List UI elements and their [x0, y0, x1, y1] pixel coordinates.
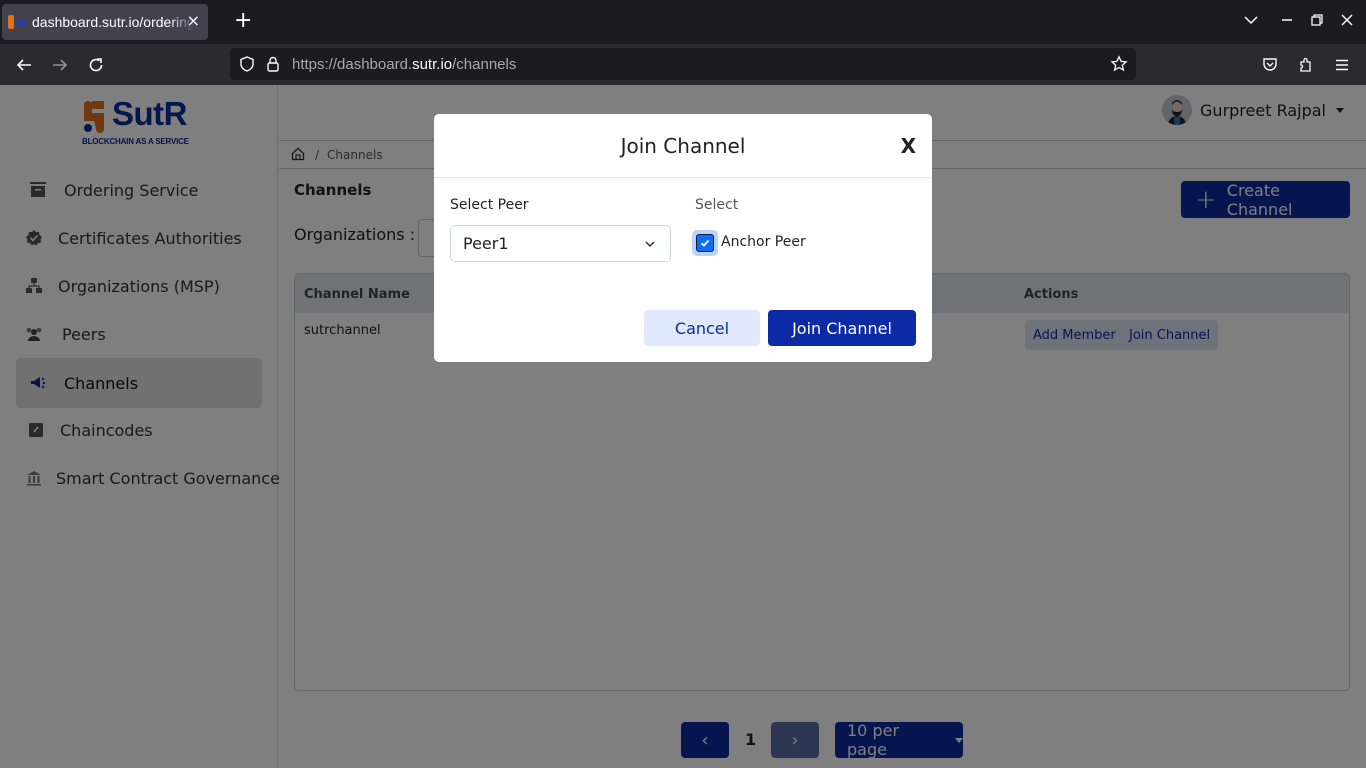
- modal-header: Join Channel X: [434, 114, 932, 178]
- select-peer-value: Peer1: [463, 234, 509, 253]
- select-peer-label: Select Peer: [450, 197, 529, 213]
- bookmark-star-icon[interactable]: [1110, 55, 1128, 73]
- forward-icon[interactable]: [48, 53, 72, 77]
- close-icon[interactable]: X: [901, 136, 916, 156]
- sutr-favicon-icon: [8, 15, 26, 29]
- tab-list-chevron-icon[interactable]: [1243, 12, 1259, 32]
- chevron-down-icon: [645, 241, 655, 248]
- browser-nav-bar: https://dashboard.sutr.io/channels: [0, 44, 1366, 85]
- new-tab-button[interactable]: +: [234, 10, 252, 32]
- anchor-peer-checkbox[interactable]: [692, 230, 718, 256]
- shield-icon[interactable]: [238, 55, 256, 73]
- browser-tab-bar: dashboard.sutr.io/ordering × +: [0, 0, 1366, 44]
- checkmark-icon: [696, 234, 714, 252]
- url-domain: sutr.io: [412, 55, 453, 73]
- close-window-icon[interactable]: [1339, 12, 1355, 32]
- select-label: Select: [695, 197, 739, 213]
- menu-hamburger-icon[interactable]: [1330, 53, 1354, 77]
- url-prefix: https://dashboard.: [292, 55, 413, 73]
- url-text[interactable]: https://dashboard.sutr.io/channels: [292, 56, 516, 73]
- back-icon[interactable]: [12, 53, 36, 77]
- anchor-peer-label[interactable]: Anchor Peer: [721, 234, 806, 250]
- reload-icon[interactable]: [84, 53, 108, 77]
- cancel-button[interactable]: Cancel: [644, 310, 760, 346]
- extensions-icon[interactable]: [1294, 53, 1318, 77]
- tab-close-icon[interactable]: ×: [187, 12, 200, 30]
- url-bar[interactable]: https://dashboard.sutr.io/channels: [230, 48, 1136, 80]
- select-peer-dropdown[interactable]: Peer1: [450, 225, 671, 262]
- tab-title: dashboard.sutr.io/ordering: [32, 14, 194, 30]
- browser-tab[interactable]: dashboard.sutr.io/ordering ×: [2, 4, 208, 40]
- modal-title: Join Channel: [620, 134, 746, 158]
- join-channel-modal: Join Channel X Select Peer Peer1 Select …: [434, 114, 932, 362]
- pocket-icon[interactable]: [1258, 53, 1282, 77]
- url-path: /channels: [452, 55, 517, 73]
- lock-icon[interactable]: [264, 55, 282, 73]
- restore-icon[interactable]: [1309, 12, 1325, 32]
- join-channel-button[interactable]: Join Channel: [768, 310, 916, 346]
- minimize-icon[interactable]: [1279, 12, 1295, 32]
